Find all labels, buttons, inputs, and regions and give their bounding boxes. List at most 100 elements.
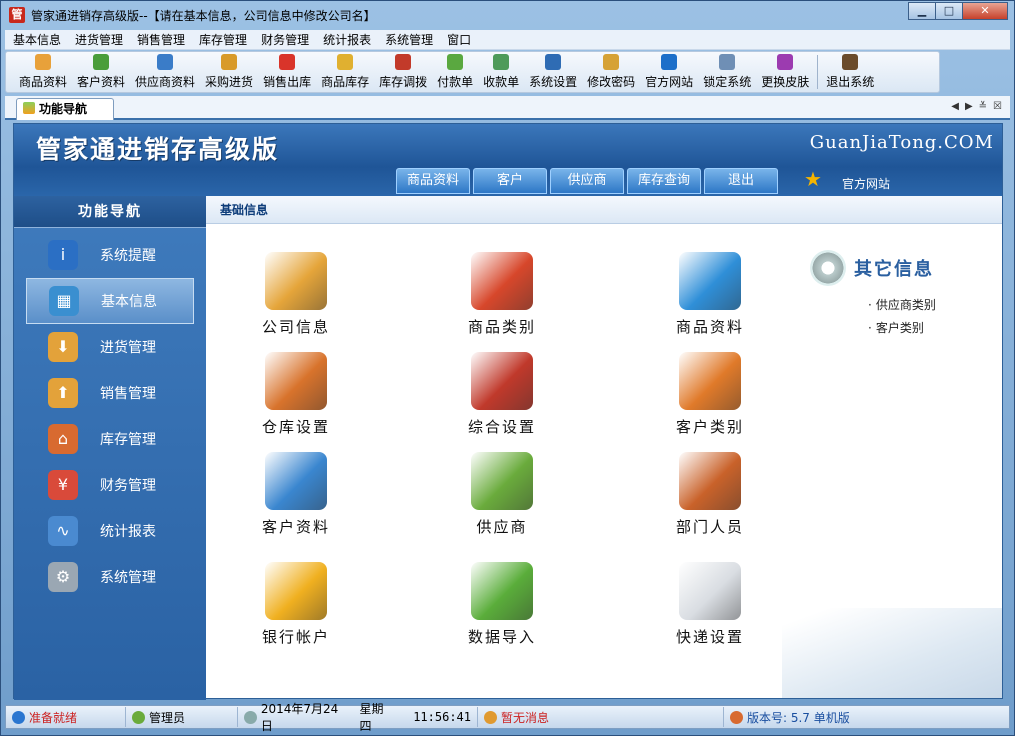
toolbar-label: 收款单 bbox=[483, 75, 520, 89]
toolbar-button-pay[interactable]: 付款单 bbox=[432, 52, 478, 92]
menu-basic-info[interactable]: 基本信息 bbox=[13, 31, 61, 48]
header-tab-supplier[interactable]: 供应商 bbox=[550, 168, 624, 194]
house-icon: ⌂ bbox=[48, 424, 78, 454]
close-button[interactable]: ✕ bbox=[962, 2, 1008, 20]
menu-system[interactable]: 系统管理 bbox=[385, 31, 433, 48]
info-icon: i bbox=[48, 240, 78, 270]
skin-icon bbox=[777, 54, 794, 70]
sidebar-item-7[interactable]: ⚙ 系统管理 bbox=[14, 554, 206, 600]
toolbar-button-box[interactable]: 商品库存 bbox=[316, 52, 374, 92]
toolbar-button-supplier[interactable]: 供应商资料 bbox=[130, 52, 200, 92]
header-tab-customer[interactable]: 客户 bbox=[473, 168, 547, 194]
tab-prev-icon[interactable]: ◀ bbox=[951, 101, 959, 112]
content-item-label: 快递设置 bbox=[675, 628, 744, 646]
sidebar-item-1[interactable]: ▦ 基本信息 bbox=[26, 278, 194, 324]
toolbar-button-goods[interactable]: 商品资料 bbox=[14, 52, 72, 92]
toolbar-button-settings[interactable]: 系统设置 bbox=[524, 52, 582, 92]
content-item-label: 客户类别 bbox=[675, 418, 744, 436]
goods-icon bbox=[35, 54, 51, 70]
content-item-2[interactable]: 商品资料 bbox=[650, 252, 770, 337]
sidebar-item-label: 销售管理 bbox=[100, 386, 156, 402]
sidebar-item-label: 基本信息 bbox=[101, 294, 157, 310]
sidebar-item-label: 财务管理 bbox=[100, 478, 156, 494]
toolbar-button-truck[interactable]: 采购进货 bbox=[200, 52, 258, 92]
content-item-label: 数据导入 bbox=[467, 628, 536, 646]
status-message: 暂无消息 bbox=[501, 710, 550, 725]
toolbar-button-ie[interactable]: 官方网站 bbox=[640, 52, 698, 92]
toolbar-label: 供应商资料 bbox=[135, 75, 196, 89]
content-item-0[interactable]: 公司信息 bbox=[236, 252, 356, 337]
content-area: 其它信息 供应商类别 客户类别 公司信息 商品类别 商品资料仓库设置 综合设置 客户类别… bbox=[206, 224, 1002, 698]
official-site-link[interactable]: ★ 官方网站 bbox=[804, 166, 890, 192]
menu-inventory[interactable]: 库存管理 bbox=[199, 31, 247, 48]
menu-finance[interactable]: 财务管理 bbox=[261, 31, 309, 48]
sidebar-item-0[interactable]: i 系统提醒 bbox=[14, 232, 206, 278]
sidebar-item-4[interactable]: ⌂ 库存管理 bbox=[14, 416, 206, 462]
customer-icon bbox=[93, 54, 110, 70]
header-tab-goods[interactable]: 商品资料 bbox=[396, 168, 470, 194]
content-item-4[interactable]: 综合设置 bbox=[442, 352, 562, 437]
toolbar-button-key[interactable]: 修改密码 bbox=[582, 52, 640, 92]
receive-icon bbox=[493, 54, 510, 70]
menu-sales[interactable]: 销售管理 bbox=[137, 31, 185, 48]
cart-icon bbox=[279, 54, 296, 70]
sidebar-item-3[interactable]: ⬆ 销售管理 bbox=[14, 370, 206, 416]
sidebar: 功能导航 i 系统提醒 ▦ 基本信息 ⬇ 进货管理 ⬆ 销售管理 ⌂ 库存管理 ¥ 财务管理 ∿ 统计报表… bbox=[14, 196, 206, 700]
people-icon bbox=[679, 452, 741, 510]
status-user: 管理员 bbox=[149, 710, 186, 725]
sidebar-item-label: 系统管理 bbox=[100, 570, 156, 586]
status-ready: 准备就绪 bbox=[29, 710, 78, 725]
header-tab-stock-query[interactable]: 库存查询 bbox=[627, 168, 701, 194]
toolbar-button-exit[interactable]: 退出系统 bbox=[821, 52, 879, 92]
tab-function-nav[interactable]: 功能导航 bbox=[16, 98, 114, 120]
header-tab-exit[interactable]: 退出 bbox=[704, 168, 778, 194]
tab-strip: 功能导航 ◀ ▶ ≚ ☒ bbox=[5, 96, 1010, 120]
content-item-9[interactable]: 银行帐户 bbox=[236, 562, 356, 647]
shapes-icon bbox=[471, 252, 533, 310]
link-supplier-category[interactable]: 供应商类别 bbox=[868, 296, 936, 313]
envelope-icon bbox=[679, 562, 741, 620]
status-ready-icon bbox=[12, 710, 25, 724]
content-item-10[interactable]: 数据导入 bbox=[442, 562, 562, 647]
content-item-5[interactable]: 客户类别 bbox=[650, 352, 770, 437]
toolbar-button-skin[interactable]: 更换皮肤 bbox=[756, 52, 814, 92]
tab-list-icon[interactable]: ≚ bbox=[979, 101, 987, 112]
toolbar-button-customer[interactable]: 客户资料 bbox=[72, 52, 130, 92]
content-item-6[interactable]: 客户资料 bbox=[236, 452, 356, 537]
sidebar-item-label: 统计报表 bbox=[100, 524, 156, 540]
sidebar-item-5[interactable]: ¥ 财务管理 bbox=[14, 462, 206, 508]
runner-icon: ★ bbox=[804, 167, 822, 191]
content-item-11[interactable]: 快递设置 bbox=[650, 562, 770, 647]
sidebar-item-6[interactable]: ∿ 统计报表 bbox=[14, 508, 206, 554]
content-item-8[interactable]: 部门人员 bbox=[650, 452, 770, 537]
toolbar-button-transfer[interactable]: 库存调拨 bbox=[374, 52, 432, 92]
sidebar-item-2[interactable]: ⬇ 进货管理 bbox=[14, 324, 206, 370]
pay-icon bbox=[447, 54, 464, 70]
user-icon bbox=[132, 710, 145, 724]
box-out-icon: ⬆ bbox=[48, 378, 78, 408]
sidebar-item-label: 系统提醒 bbox=[100, 248, 156, 264]
ie-icon bbox=[661, 54, 678, 70]
tools-icon bbox=[471, 352, 533, 410]
link-customer-category[interactable]: 客户类别 bbox=[868, 319, 936, 336]
tab-next-icon[interactable]: ▶ bbox=[965, 101, 973, 112]
menu-purchase[interactable]: 进货管理 bbox=[75, 31, 123, 48]
content-item-7[interactable]: 供应商 bbox=[442, 452, 562, 537]
lock-icon bbox=[719, 54, 736, 70]
menu-window[interactable]: 窗口 bbox=[447, 31, 471, 48]
minimize-button[interactable]: ▁ bbox=[908, 2, 936, 20]
toolbar-label: 商品库存 bbox=[321, 75, 370, 89]
users-icon bbox=[265, 452, 327, 510]
toolbar-button-cart[interactable]: 销售出库 bbox=[258, 52, 316, 92]
content-item-1[interactable]: 商品类别 bbox=[442, 252, 562, 337]
toolbar-label: 锁定系统 bbox=[703, 75, 752, 89]
toolbar-separator bbox=[817, 55, 819, 89]
maximize-button[interactable]: □ bbox=[935, 2, 963, 20]
content-item-3[interactable]: 仓库设置 bbox=[236, 352, 356, 437]
menu-reports[interactable]: 统计报表 bbox=[323, 31, 371, 48]
toolbar-button-receive[interactable]: 收款单 bbox=[478, 52, 524, 92]
toolbar-button-lock[interactable]: 锁定系统 bbox=[698, 52, 756, 92]
title-bar: 管 管家通进销存高级版--【请在基本信息，公司信息中修改公司名】 ▁ □ ✕ bbox=[1, 1, 1014, 29]
message-icon bbox=[484, 710, 497, 724]
tab-close-icon[interactable]: ☒ bbox=[993, 101, 1002, 112]
